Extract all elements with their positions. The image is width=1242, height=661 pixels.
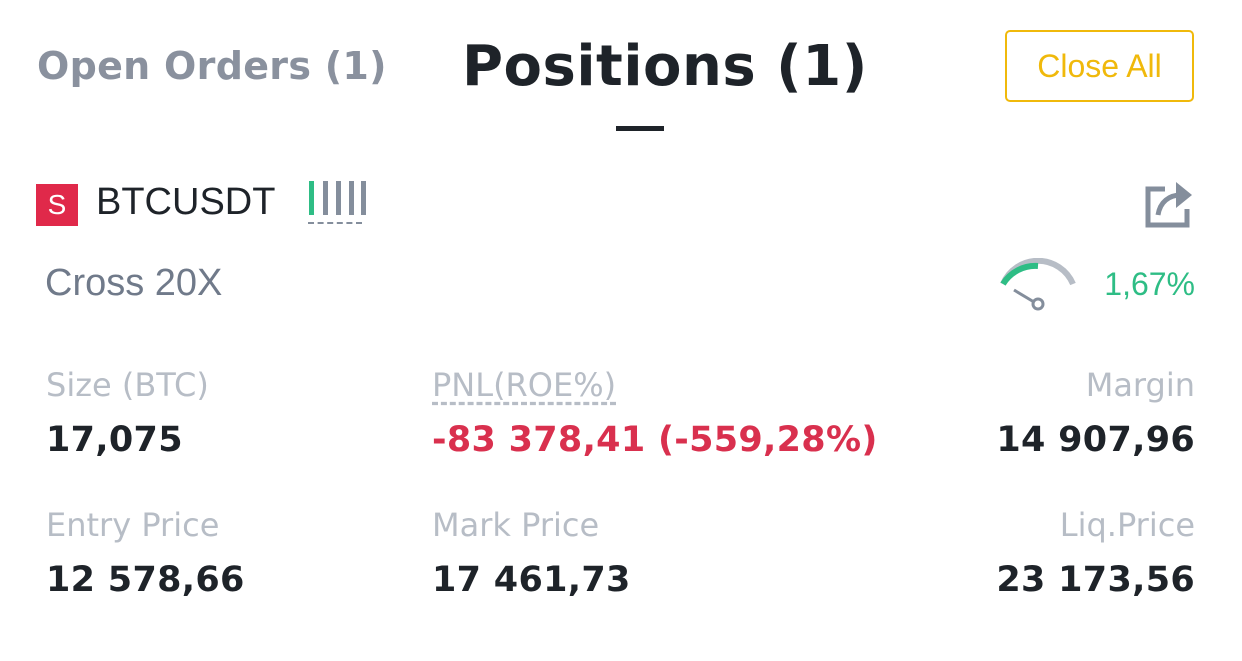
adl-bar (336, 181, 341, 215)
tab-open-orders[interactable]: Open Orders (1) (37, 44, 387, 88)
pnl-value: -83 378,41 (-559,28%) (432, 420, 878, 460)
liq-price-label: Liq.Price (1059, 506, 1195, 544)
adl-underline (308, 222, 362, 224)
adl-bar (361, 181, 366, 215)
mark-price-label: Mark Price (432, 506, 600, 544)
pnl-label[interactable]: PNL(ROE%) (432, 366, 616, 404)
margin-ratio-value: 1,67% (1104, 266, 1195, 302)
margin-ratio-gauge-icon (1000, 258, 1076, 311)
close-all-button[interactable]: Close All (1005, 30, 1194, 102)
entry-price-label: Entry Price (46, 506, 220, 544)
tab-positions[interactable]: Positions (1) (462, 34, 868, 99)
margin-label: Margin (1085, 366, 1195, 404)
margin-mode-leverage[interactable]: Cross 20X (45, 262, 222, 305)
adl-bar (323, 181, 328, 215)
active-tab-indicator (616, 126, 664, 131)
short-side-badge: S (36, 184, 78, 226)
position-symbol[interactable]: BTCUSDT (96, 181, 275, 224)
liq-price-value: 23 173,56 (996, 560, 1195, 600)
adl-bar (309, 181, 314, 215)
margin-value: 14 907,96 (996, 420, 1195, 460)
size-label: Size (BTC) (46, 366, 209, 404)
adl-indicator-icon[interactable] (308, 178, 366, 228)
mark-price-value: 17 461,73 (432, 560, 631, 600)
size-value: 17,075 (46, 420, 183, 460)
entry-price-value: 12 578,66 (46, 560, 245, 600)
share-icon[interactable] (1143, 178, 1195, 230)
adl-bar (349, 181, 354, 215)
